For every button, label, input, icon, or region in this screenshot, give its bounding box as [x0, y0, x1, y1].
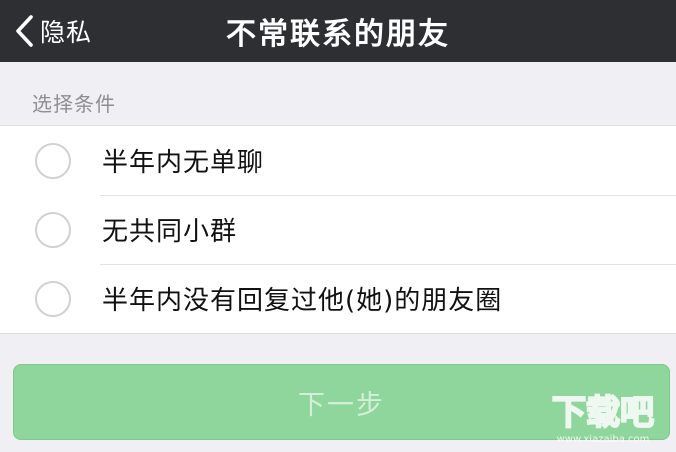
radio-unchecked-icon[interactable] — [35, 142, 71, 179]
radio-unchecked-icon[interactable] — [35, 280, 71, 317]
next-step-button[interactable]: 下一步 — [13, 364, 670, 440]
chevron-left-icon — [14, 14, 34, 48]
navigation-bar: 隐私 不常联系的朋友 — [0, 0, 676, 62]
page-title: 不常联系的朋友 — [226, 17, 450, 52]
option-no-moments-reply[interactable]: 半年内没有回复过他(她)的朋友圈 — [0, 264, 676, 333]
option-label: 无共同小群 — [102, 217, 238, 247]
option-label: 半年内没有回复过他(她)的朋友圈 — [102, 286, 503, 316]
next-step-button-label: 下一步 — [298, 389, 385, 421]
option-label: 半年内无单聊 — [102, 148, 265, 178]
section-header: 选择条件 — [32, 92, 116, 116]
back-button[interactable]: 隐私 — [14, 0, 92, 62]
screen: 隐私 不常联系的朋友 选择条件 半年内无单聊 无共同小群 半年内没有回复过他(她… — [0, 0, 676, 452]
back-button-label: 隐私 — [40, 18, 93, 47]
condition-list: 半年内无单聊 无共同小群 半年内没有回复过他(她)的朋友圈 — [0, 125, 676, 334]
radio-unchecked-icon[interactable] — [35, 211, 71, 248]
option-no-common-group[interactable]: 无共同小群 — [0, 195, 676, 264]
option-no-private-chat[interactable]: 半年内无单聊 — [0, 126, 676, 195]
